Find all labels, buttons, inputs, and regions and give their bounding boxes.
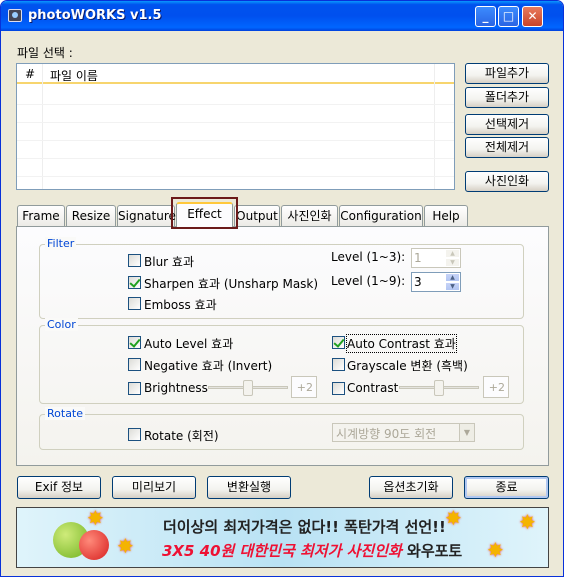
contrast-value: +2 [483, 376, 509, 398]
remove-all-button[interactable]: 전체제거 [465, 137, 549, 158]
sharpen-checkbox[interactable] [128, 276, 141, 289]
auto-contrast-label[interactable]: Auto Contrast 효과 [346, 334, 457, 353]
slider-thumb [243, 380, 253, 396]
ad-banner[interactable]: ✸ ✸ ✸ ✸ ✸ 더이상의 최저가격은 없다!! 폭탄가격 선언!! 3X5 … [16, 507, 549, 568]
sharpen-label[interactable]: Sharpen 효과 (Unsharp Mask) [144, 275, 318, 292]
auto-level-label[interactable]: Auto Level 효과 [144, 335, 233, 352]
banner-brand: 와우포토 [401, 542, 463, 560]
star-icon: ✸ [445, 507, 462, 530]
close-button[interactable]: ✕ [522, 6, 543, 27]
contrast-label[interactable]: Contrast [347, 381, 398, 395]
column-divider [42, 64, 43, 189]
emboss-checkbox[interactable] [128, 297, 141, 310]
auto-contrast-checkbox[interactable] [332, 336, 345, 349]
title-bar[interactable]: photoWORKS v1.5 _ □ ✕ [1, 1, 563, 31]
reset-options-button[interactable]: 옵션초기화 [369, 476, 453, 499]
exif-info-button[interactable]: Exif 정보 [17, 476, 101, 499]
file-list[interactable]: # 파일 이름 [16, 63, 455, 190]
list-row [17, 122, 454, 123]
file-list-header: # 파일 이름 [17, 64, 454, 84]
spin-arrows[interactable]: ▲ ▼ [445, 273, 460, 291]
brightness-label[interactable]: Brightness [144, 381, 208, 395]
rotate-group-title: Rotate [45, 407, 86, 420]
column-filename[interactable]: 파일 이름 [50, 67, 98, 84]
exit-button[interactable]: 종료 [464, 476, 549, 499]
tab-help[interactable]: Help [424, 205, 468, 226]
banner-headline: 더이상의 최저가격은 없다!! 폭탄가격 선언!! [163, 518, 446, 536]
negative-checkbox[interactable] [128, 358, 141, 371]
grayscale-checkbox[interactable] [332, 358, 345, 371]
color-group-title: Color [45, 318, 78, 331]
tab-resize[interactable]: Resize [66, 205, 116, 226]
main-window: photoWORKS v1.5 _ □ ✕ 파일 선택 : # 파일 이름 파일… [0, 0, 564, 577]
contrast-slider [397, 376, 481, 398]
convert-button[interactable]: 변환실행 [207, 476, 291, 499]
photo-print-button[interactable]: 사진인화 [465, 171, 549, 192]
column-index[interactable]: # [25, 67, 35, 81]
star-icon: ✸ [519, 510, 536, 534]
blur-checkbox[interactable] [128, 254, 141, 267]
blur-level-spinner: 1 ▲ ▼ [411, 248, 461, 268]
spin-arrows: ▲ ▼ [445, 249, 460, 267]
rotate-group: Rotate Rotate (회전) 시계방향 90도 회전 ▼ [39, 407, 524, 450]
brightness-checkbox[interactable] [128, 382, 141, 395]
sharpen-level-label: Level (1~9): [331, 274, 406, 288]
contrast-checkbox[interactable] [332, 382, 345, 395]
star-icon: ✸ [87, 507, 104, 530]
chevron-down-icon: ▼ [459, 424, 474, 441]
spin-up-icon[interactable]: ▲ [445, 273, 460, 282]
banner-subline-text: 3X5 40원 대한민국 최저가 사진인화 [162, 542, 402, 560]
color-group: Color Auto Level 효과 Auto Contrast 효과 Neg… [39, 318, 524, 404]
apple-icon [79, 530, 109, 560]
tab-configuration[interactable]: Configuration [339, 205, 423, 226]
negative-label[interactable]: Negative 효과 (Invert) [144, 357, 272, 374]
blur-level-value: 1 [414, 251, 422, 265]
remove-selected-button[interactable]: 선택제거 [465, 114, 549, 135]
minimize-button[interactable]: _ [475, 6, 496, 27]
brightness-slider [206, 376, 290, 398]
sharpen-level-spinner[interactable]: 3 ▲ ▼ [411, 272, 461, 292]
filter-group-title: Filter [45, 237, 77, 250]
star-icon: ✸ [487, 538, 504, 562]
slider-thumb [434, 380, 444, 396]
list-row [17, 176, 454, 177]
rotate-direction-select: 시계방향 90도 회전 ▼ [332, 423, 475, 442]
rotate-direction-value: 시계방향 90도 회전 [336, 427, 437, 441]
add-file-button[interactable]: 파일추가 [465, 63, 549, 84]
banner-subline: 3X5 40원 대한민국 최저가 사진인화 와우포토 [162, 540, 462, 561]
grayscale-label[interactable]: Grayscale 변환 (흑백) [347, 357, 468, 374]
tab-signature[interactable]: Signature [117, 205, 176, 226]
column-divider [434, 64, 435, 189]
rotate-checkbox[interactable] [128, 428, 141, 441]
tab-photo-print[interactable]: 사진인화 [281, 205, 338, 226]
list-row [17, 158, 454, 159]
filter-group: Filter Blur 효과 Sharpen 효과 (Unsharp Mask)… [39, 237, 524, 319]
window-title: photoWORKS v1.5 [28, 8, 162, 23]
spin-up-icon: ▲ [445, 249, 460, 258]
add-folder-button[interactable]: 폴더추가 [465, 87, 549, 108]
tab-frame[interactable]: Frame [17, 205, 65, 226]
auto-level-checkbox[interactable] [128, 336, 141, 349]
tab-output[interactable]: Output [234, 205, 280, 226]
rotate-label[interactable]: Rotate (회전) [144, 427, 219, 444]
file-select-label: 파일 선택 : [17, 46, 73, 60]
list-row [17, 140, 454, 141]
emboss-label[interactable]: Emboss 효과 [144, 296, 217, 313]
spin-down-icon: ▼ [445, 258, 460, 267]
tab-effect[interactable]: Effect [176, 202, 233, 227]
preview-button[interactable]: 미리보기 [112, 476, 196, 499]
blur-label[interactable]: Blur 효과 [144, 253, 194, 270]
effect-panel: Filter Blur 효과 Sharpen 효과 (Unsharp Mask)… [16, 226, 549, 466]
sharpen-level-value[interactable]: 3 [414, 275, 422, 289]
spin-down-icon[interactable]: ▼ [445, 282, 460, 291]
star-icon: ✸ [117, 534, 134, 558]
app-icon [8, 9, 22, 22]
maximize-button[interactable]: □ [498, 6, 519, 27]
list-row [17, 104, 454, 105]
blur-level-label: Level (1~3): [331, 250, 406, 264]
brightness-value: +2 [291, 376, 317, 398]
